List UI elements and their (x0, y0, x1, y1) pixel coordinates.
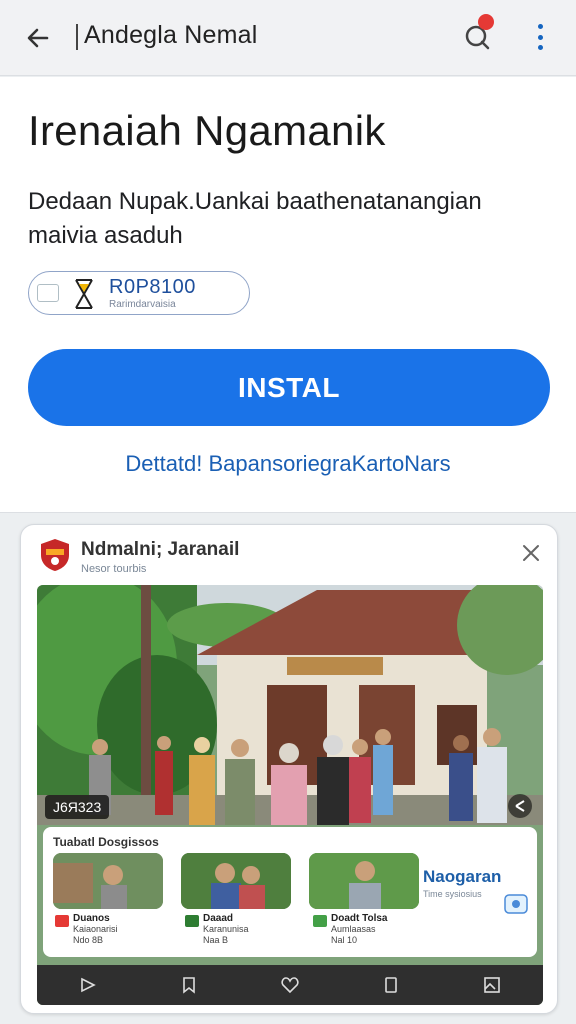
thumb-3-meta: Doadt Tolsa Aumlaasas Nal 10 (331, 913, 388, 945)
preview-card: Ndmalni; Jaranail Nesor tourbis J6Я323 T… (20, 524, 558, 1014)
pin-icon[interactable] (77, 974, 99, 996)
thumb-image (309, 853, 419, 909)
copy-icon[interactable] (380, 974, 402, 996)
related-right-sub: Time sysiosius (423, 889, 482, 899)
bookmark-icon[interactable] (178, 974, 200, 996)
back-button[interactable] (20, 20, 56, 56)
leaf-icon (313, 915, 327, 927)
developer-sub: Rarimdarvaisia (109, 299, 176, 310)
developer-logo-icon (75, 279, 93, 309)
thumb-1[interactable] (53, 853, 163, 909)
photo-count-badge: J6Я323 (45, 795, 110, 819)
more-options-button[interactable] (528, 20, 552, 54)
related-right-title: Naogaran (423, 867, 502, 886)
gallery-icon[interactable] (481, 974, 503, 996)
thumb-image (181, 853, 291, 909)
app-description: Dedaan Nupak.Uankai baathenatanangian ma… (28, 188, 482, 249)
thumb-3[interactable] (309, 853, 419, 909)
notification-badge (478, 14, 494, 30)
card-subtitle: Nesor tourbis (81, 563, 147, 575)
thumb-1-meta: Duanos Kaiaonarisi Ndo 8B (73, 913, 118, 945)
app-detail-panel: Irenaiah Ngamanik Dedaan Nupak.Uankai ba… (0, 77, 576, 513)
developer-code: R0P8100 (109, 276, 196, 298)
card-title: Ndmalni; Jaranail (81, 539, 240, 560)
shield-logo-icon (41, 539, 69, 571)
app-name: Irenaiah Ngamanik (28, 107, 386, 154)
thumb-2-meta: Daaad Karanunisa Naa B (203, 913, 249, 945)
top-app-bar: Andegla Nemal (0, 0, 576, 76)
video-icon (55, 915, 69, 927)
leaf-icon (185, 915, 199, 927)
developer-pill[interactable]: R0P8100 Rarimdarvaisia (28, 271, 250, 315)
install-button[interactable]: INSTAL (28, 349, 550, 426)
related-title: Tuabatl Dosgissos (53, 835, 159, 849)
village-photo[interactable]: J6Я323 Tuabatl Dosgissos Duanos Kaiaonari… (37, 585, 543, 1005)
related-panel: Tuabatl Dosgissos Duanos Kaiaonarisi Ndo 8… (43, 827, 537, 957)
more-vert-icon (537, 24, 543, 29)
title-divider (76, 24, 78, 50)
close-icon (523, 545, 539, 561)
appbar-title: Andegla Nemal (84, 21, 258, 49)
thumb-2[interactable] (181, 853, 291, 909)
photo-toolbar (37, 965, 543, 1005)
thumb-image (53, 853, 163, 909)
card-icon (37, 284, 59, 302)
heart-icon[interactable] (279, 974, 301, 996)
share-icon[interactable] (507, 793, 533, 819)
close-button[interactable] (519, 541, 543, 565)
arrow-left-icon (27, 28, 49, 48)
device-icon[interactable] (503, 891, 533, 917)
details-link[interactable]: Dettatd! BapansoriegraKartoNars (0, 451, 576, 477)
